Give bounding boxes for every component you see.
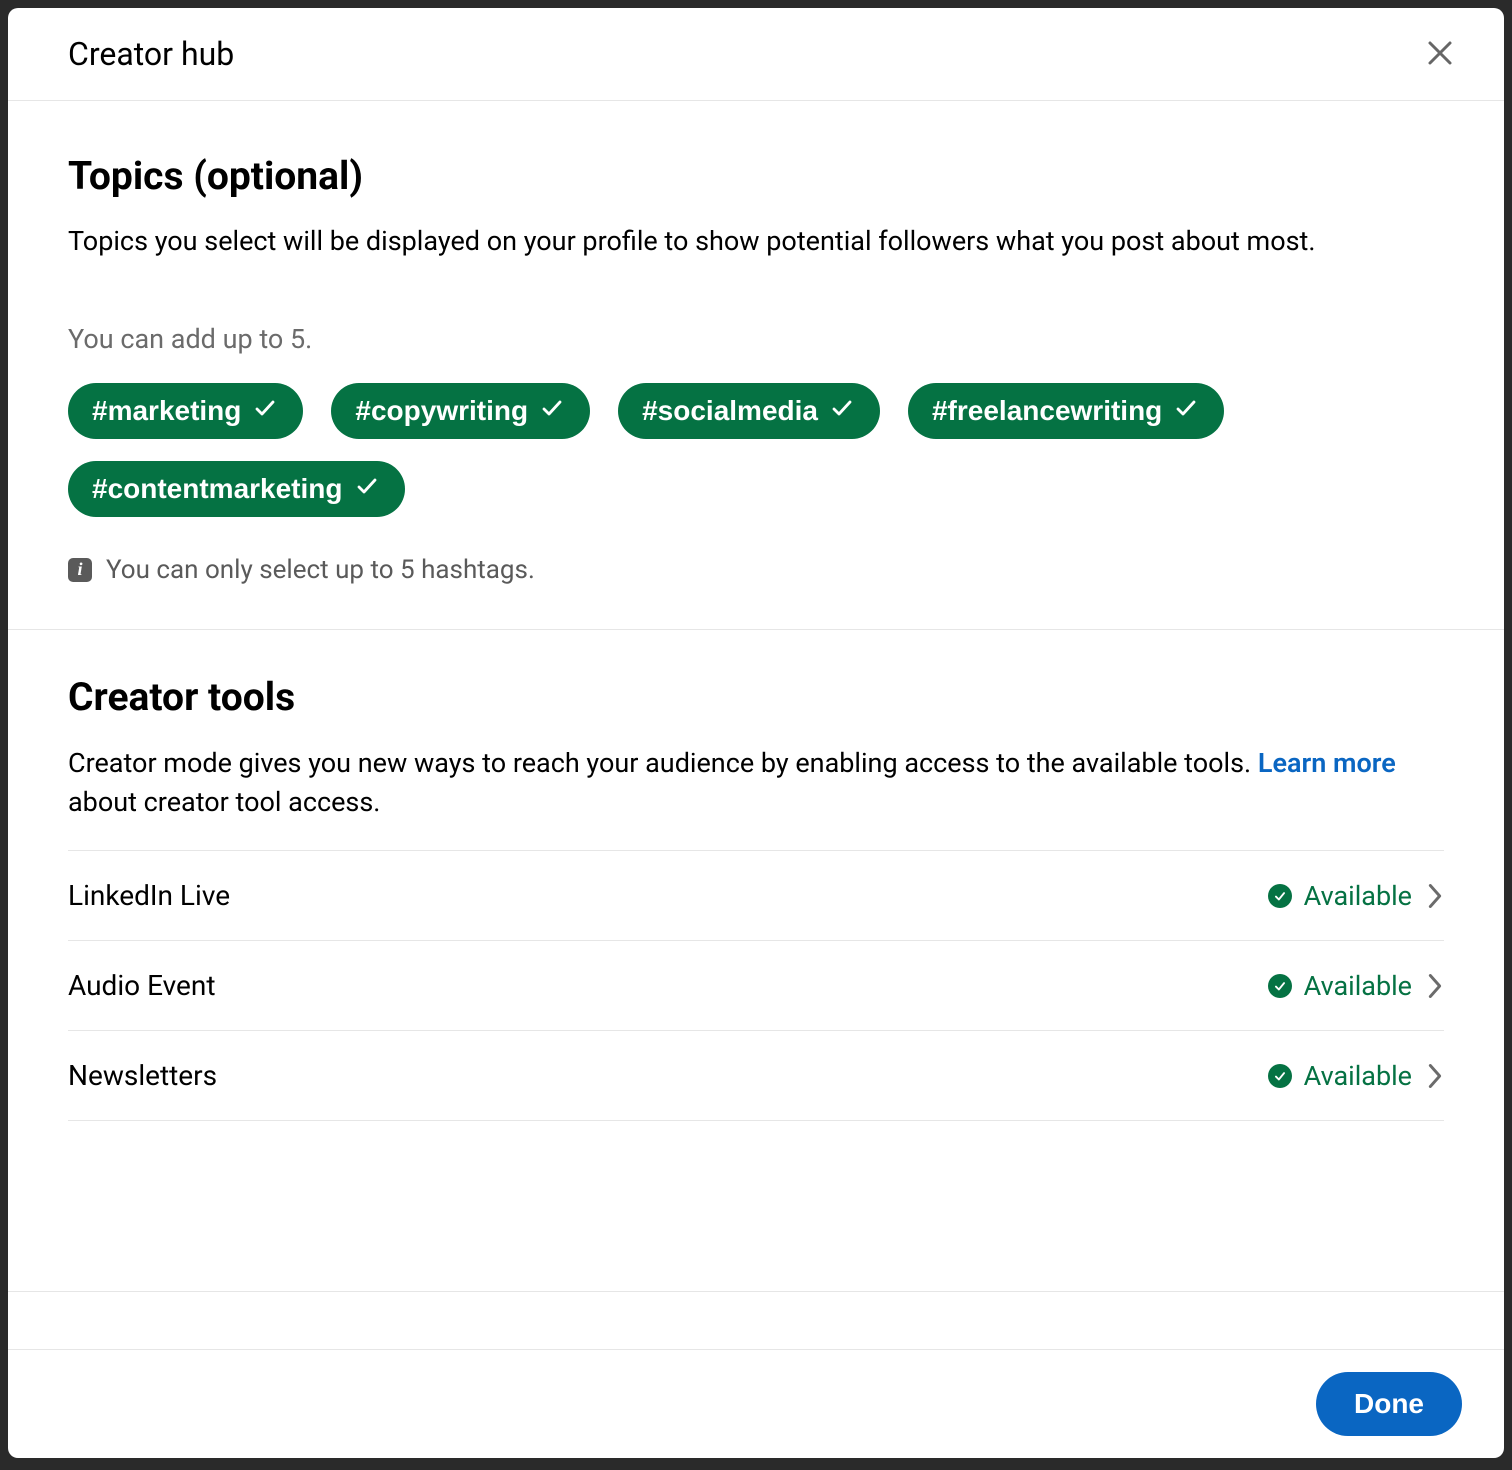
topic-chip-row: #marketing #copywriting #socialmedia #fr… [68,383,1444,517]
tools-list: LinkedIn Live Available Audio Event [68,850,1444,1121]
modal-footer: Done [8,1349,1504,1458]
topic-chip-copywriting[interactable]: #copywriting [331,383,590,439]
modal-body: Topics (optional) Topics you select will… [8,101,1504,1349]
status-text: Available [1304,1060,1412,1092]
chevron-right-icon [1426,882,1444,910]
check-icon [355,473,379,505]
close-icon [1425,38,1455,71]
tools-desc-suffix: about creator tool access. [68,786,380,818]
tool-status: Available [1268,1060,1444,1092]
done-button[interactable]: Done [1316,1372,1462,1436]
close-button[interactable] [1420,34,1460,74]
chip-label: #freelancewriting [932,395,1162,427]
chip-label: #marketing [92,395,241,427]
check-icon [253,395,277,427]
topic-chip-freelancewriting[interactable]: #freelancewriting [908,383,1224,439]
tool-row-audio-event[interactable]: Audio Event Available [68,941,1444,1031]
chevron-right-icon [1426,1062,1444,1090]
modal-title: Creator hub [68,35,234,73]
status-label: Available [1268,1060,1412,1092]
chevron-right-icon [1426,972,1444,1000]
topic-chip-contentmarketing[interactable]: #contentmarketing [68,461,405,517]
chip-label: #copywriting [355,395,528,427]
topics-section: Topics (optional) Topics you select will… [8,101,1504,630]
check-icon [540,395,564,427]
section-divider [8,1291,1504,1349]
check-icon [1174,395,1198,427]
check-circle-icon [1268,1064,1292,1088]
status-text: Available [1304,880,1412,912]
hashtag-limit-text: You can only select up to 5 hashtags. [106,555,535,585]
status-label: Available [1268,970,1412,1002]
info-icon: i [68,558,92,582]
topic-chip-marketing[interactable]: #marketing [68,383,303,439]
check-circle-icon [1268,884,1292,908]
hashtag-limit-info: i You can only select up to 5 hashtags. [68,555,1444,585]
tool-name: Newsletters [68,1059,217,1092]
modal-header: Creator hub [8,8,1504,101]
tool-row-newsletters[interactable]: Newsletters Available [68,1031,1444,1121]
tool-name: LinkedIn Live [68,879,230,912]
topics-description: Topics you select will be displayed on y… [68,223,1444,261]
tool-name: Audio Event [68,969,215,1002]
tool-status: Available [1268,880,1444,912]
topic-chip-socialmedia[interactable]: #socialmedia [618,383,880,439]
status-label: Available [1268,880,1412,912]
learn-more-link[interactable]: Learn more [1258,747,1396,779]
chip-label: #socialmedia [642,395,818,427]
check-icon [830,395,854,427]
tool-row-linkedin-live[interactable]: LinkedIn Live Available [68,851,1444,941]
status-text: Available [1304,970,1412,1002]
creator-hub-modal: Creator hub Topics (optional) Topics you… [8,8,1504,1458]
tools-description: Creator mode gives you new ways to reach… [68,744,1444,822]
topics-helper: You can add up to 5. [68,323,1444,355]
topics-heading: Topics (optional) [68,153,1444,199]
tool-status: Available [1268,970,1444,1002]
tools-heading: Creator tools [68,674,1444,720]
creator-tools-section: Creator tools Creator mode gives you new… [8,630,1504,1165]
check-circle-icon [1268,974,1292,998]
chip-label: #contentmarketing [92,473,343,505]
tools-desc-prefix: Creator mode gives you new ways to reach… [68,747,1258,779]
